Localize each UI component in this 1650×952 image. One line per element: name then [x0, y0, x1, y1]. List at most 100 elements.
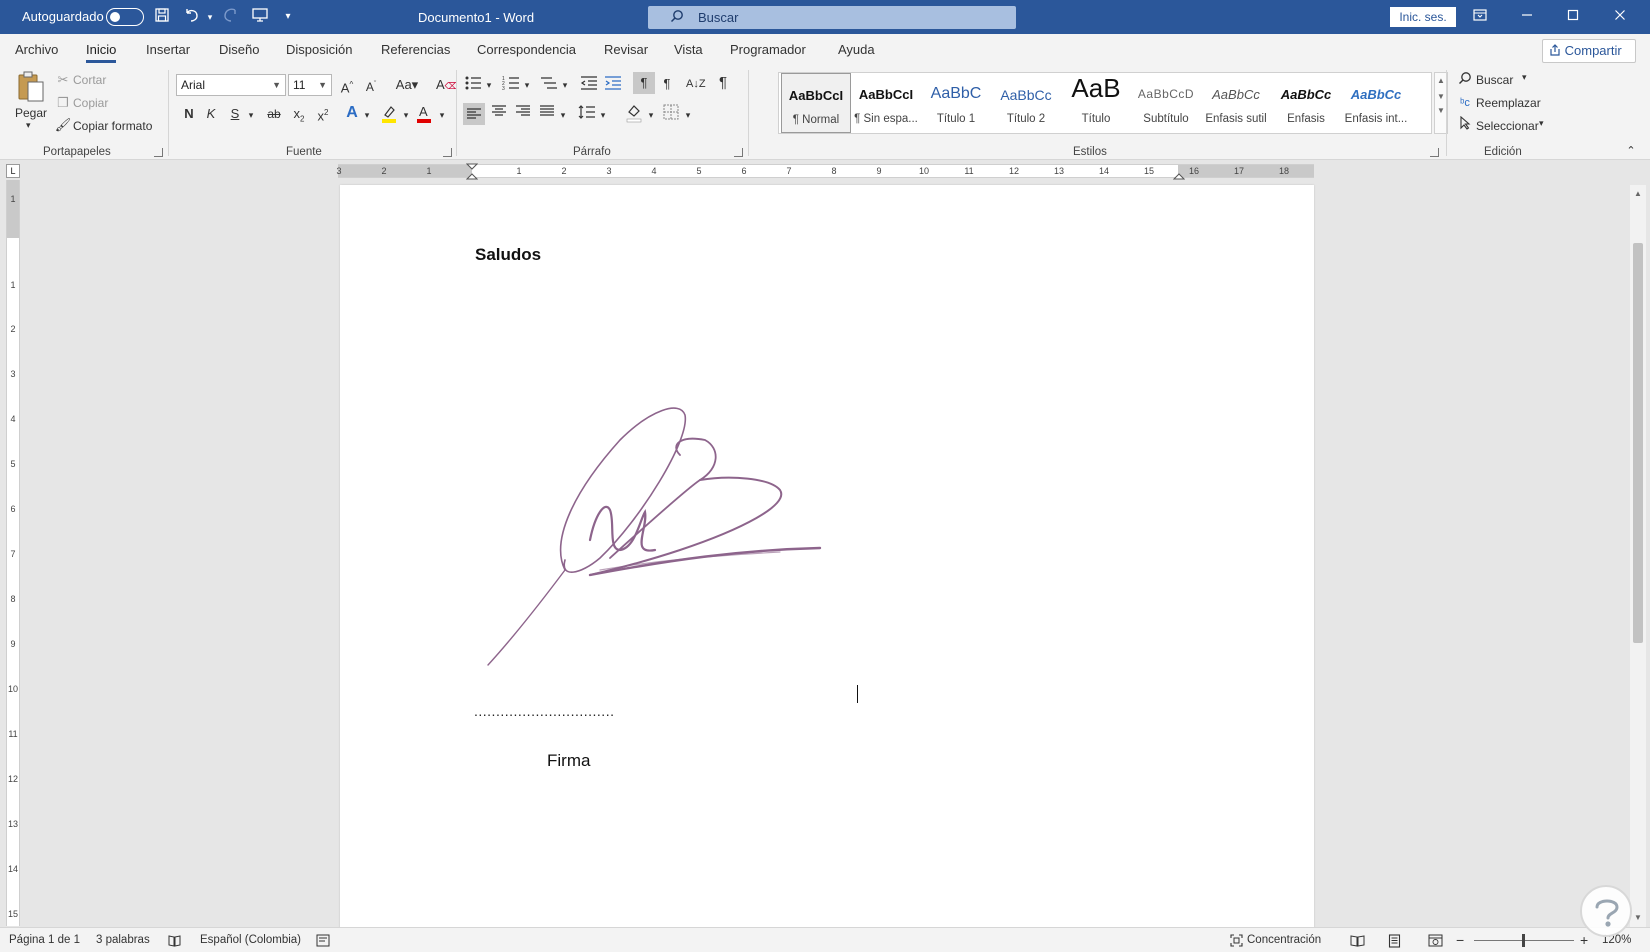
tab-insertar[interactable]: Insertar: [146, 42, 190, 57]
proofing-icon[interactable]: [168, 934, 181, 950]
read-mode-icon[interactable]: [1350, 934, 1365, 950]
style-emphasis[interactable]: AaBbCc Énfasis: [1271, 73, 1341, 133]
styles-launcher-icon[interactable]: [1430, 148, 1439, 157]
rtl-direction-icon[interactable]: ¶: [658, 75, 676, 93]
paste-icon[interactable]: [16, 70, 46, 104]
vertical-ruler[interactable]: 1 1 2 3 4 5 6 7 8 9 10 11 12 13 14 15: [6, 180, 20, 926]
share-button[interactable]: Compartir: [1542, 39, 1636, 63]
autosave-toggle[interactable]: [106, 8, 144, 26]
clipboard-launcher-icon[interactable]: [154, 148, 163, 157]
zoom-out-icon[interactable]: −: [1456, 932, 1464, 948]
subscript-icon[interactable]: x2: [290, 105, 308, 129]
font-color-icon[interactable]: A: [415, 104, 433, 124]
print-layout-icon[interactable]: [1388, 934, 1401, 951]
font-size-dropdown[interactable]: 11 ▼: [288, 74, 332, 96]
close-icon[interactable]: [1608, 7, 1632, 27]
paragraph-launcher-icon[interactable]: [734, 148, 743, 157]
increase-indent-icon[interactable]: [604, 75, 622, 96]
tab-diseno[interactable]: Diseño: [219, 42, 259, 57]
borders-dropdown-icon[interactable]: ▾: [679, 106, 697, 124]
zoom-in-icon[interactable]: +: [1580, 932, 1588, 948]
minimize-icon[interactable]: [1515, 7, 1539, 27]
maximize-icon[interactable]: [1561, 7, 1585, 27]
undo-icon[interactable]: [182, 7, 202, 27]
signature-line[interactable]: ................................: [474, 703, 614, 719]
select-icon[interactable]: [1456, 115, 1474, 135]
present-icon[interactable]: [250, 7, 270, 27]
vertical-scrollbar[interactable]: ▲ ▼: [1630, 185, 1646, 927]
change-case-icon[interactable]: Aa▾: [392, 76, 422, 94]
borders-icon[interactable]: [662, 104, 680, 125]
strikethrough-button[interactable]: ab: [265, 105, 283, 123]
shrink-font-icon[interactable]: Aˇ: [362, 76, 380, 96]
grow-font-icon[interactable]: A^: [338, 76, 356, 97]
focus-icon[interactable]: [1230, 934, 1243, 950]
scroll-thumb[interactable]: [1633, 243, 1643, 643]
select-label[interactable]: Seleccionar: [1476, 119, 1539, 133]
justify-dropdown-icon[interactable]: ▾: [554, 106, 572, 124]
format-painter-icon[interactable]: 🖌: [54, 116, 72, 134]
find-label[interactable]: Buscar: [1476, 73, 1513, 87]
font-color-dropdown-icon[interactable]: ▾: [433, 106, 451, 124]
ribbon-display-icon[interactable]: [1468, 7, 1492, 27]
replace-label[interactable]: Reemplazar: [1476, 96, 1541, 110]
find-icon[interactable]: [1456, 71, 1474, 90]
align-left-icon[interactable]: [463, 103, 485, 125]
text-effects-dropdown-icon[interactable]: ▾: [358, 106, 376, 124]
tab-correspondencia[interactable]: Correspondencia: [477, 42, 576, 57]
style-subtitle[interactable]: AaBbCcD Subtítulo: [1131, 73, 1201, 133]
style-heading-1[interactable]: AaBbC Título 1: [921, 73, 991, 133]
tab-ayuda[interactable]: Ayuda: [838, 42, 875, 57]
tab-vista[interactable]: Vista: [674, 42, 703, 57]
italic-button[interactable]: K: [202, 105, 220, 123]
tab-programador[interactable]: Programador: [730, 42, 806, 57]
word-count[interactable]: 3 palabras: [96, 934, 150, 946]
tab-selector[interactable]: L: [6, 164, 20, 178]
accessibility-icon[interactable]: [316, 934, 330, 950]
language-indicator[interactable]: Español (Colombia): [200, 934, 301, 946]
tab-inicio[interactable]: Inicio: [86, 42, 117, 63]
bullets-dropdown-icon[interactable]: ▾: [480, 76, 498, 94]
style-intense-emphasis[interactable]: AaBbCc Énfasis int...: [1341, 73, 1411, 133]
numbering-dropdown-icon[interactable]: ▾: [518, 76, 536, 94]
align-center-icon[interactable]: [490, 104, 508, 123]
style-normal[interactable]: AaBbCcI ¶ Normal: [781, 73, 851, 133]
superscript-icon[interactable]: x2: [314, 104, 332, 125]
paste-label[interactable]: Pegar: [15, 106, 47, 120]
signin-button[interactable]: Inic. ses.: [1390, 7, 1456, 27]
web-layout-icon[interactable]: [1428, 934, 1443, 950]
redo-icon[interactable]: [220, 7, 240, 27]
ltr-direction-icon[interactable]: ¶: [633, 72, 655, 94]
tab-disposicion[interactable]: Disposición: [286, 42, 352, 57]
replace-icon[interactable]: ᵇc: [1456, 94, 1474, 112]
zoom-slider-thumb[interactable]: [1522, 934, 1525, 947]
scroll-down-icon[interactable]: ▼: [1633, 913, 1643, 922]
find-dropdown-icon[interactable]: ▾: [1522, 72, 1527, 83]
underline-dropdown-icon[interactable]: ▾: [242, 106, 260, 124]
font-name-dropdown[interactable]: Arial ▼: [176, 74, 286, 96]
bold-button[interactable]: N: [180, 105, 198, 123]
clear-formatting-icon[interactable]: A⌫: [436, 76, 457, 95]
signature-image[interactable]: [480, 400, 840, 700]
paste-dropdown-icon[interactable]: ▾: [26, 120, 31, 131]
tab-archivo[interactable]: Archivo: [15, 42, 58, 57]
tab-referencias[interactable]: Referencias: [381, 42, 450, 57]
style-heading-2[interactable]: AaBbCc Título 2: [991, 73, 1061, 133]
multilevel-dropdown-icon[interactable]: ▾: [556, 76, 574, 94]
select-dropdown-icon[interactable]: ▾: [1539, 118, 1544, 129]
greeting-text[interactable]: Saludos: [475, 245, 541, 265]
style-no-spacing[interactable]: AaBbCcI ¶ Sin espa...: [851, 73, 921, 133]
scroll-up-icon[interactable]: ▲: [1633, 189, 1643, 198]
search-box[interactable]: Buscar: [648, 6, 1016, 29]
decrease-indent-icon[interactable]: [580, 75, 598, 96]
style-title[interactable]: AaB Título: [1061, 73, 1131, 133]
shading-dropdown-icon[interactable]: ▾: [642, 106, 660, 124]
font-launcher-icon[interactable]: [443, 148, 452, 157]
align-right-icon[interactable]: [514, 104, 532, 123]
focus-mode[interactable]: Concentración: [1247, 934, 1321, 946]
highlight-icon[interactable]: [380, 104, 398, 124]
shading-icon[interactable]: [625, 103, 643, 123]
signature-label[interactable]: Firma: [547, 751, 590, 771]
highlight-dropdown-icon[interactable]: ▾: [397, 106, 415, 124]
collapse-ribbon-icon[interactable]: ⌃: [1622, 142, 1640, 160]
